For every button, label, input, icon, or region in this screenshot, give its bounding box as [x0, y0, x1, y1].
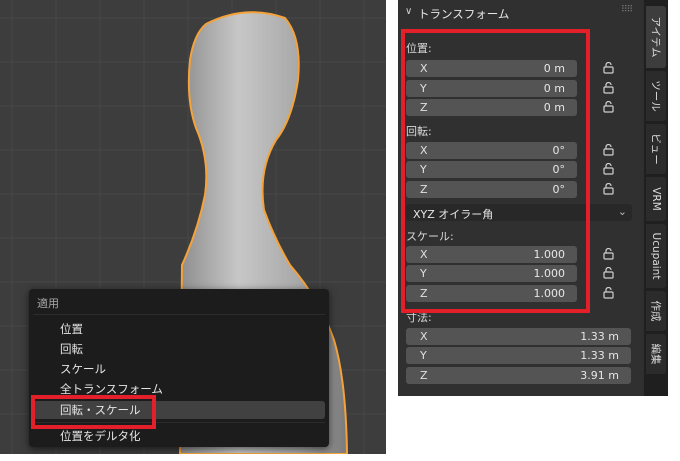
field-value: 1.33 m [580, 349, 619, 362]
menu-item-location[interactable]: 位置 [33, 320, 325, 338]
3d-viewport[interactable]: 適用 位置 回転 スケール 全トランスフォーム 回転・スケール 位置をデルタ化 [0, 0, 386, 454]
lock-icon[interactable] [603, 183, 615, 195]
annotation-highlight-box [31, 395, 156, 429]
dimensions-x-field[interactable]: X 1.33 m [406, 328, 631, 345]
tab-tool[interactable]: ツール [646, 71, 666, 121]
tab-label: VRM [650, 187, 662, 211]
tab-label: Ucupaint [650, 232, 662, 280]
axis-label: Z [420, 369, 428, 382]
apply-menu-title: 適用 [37, 297, 59, 310]
menu-item-visual-to-delta[interactable]: 位置をデルタ化 [33, 427, 325, 445]
menu-item-rotation[interactable]: 回転 [33, 340, 325, 358]
tab-label: ビュー [649, 133, 662, 165]
tab-vrm[interactable]: VRM [646, 177, 666, 221]
lock-icon[interactable] [603, 248, 615, 260]
tab-edit[interactable]: 編集 [646, 334, 666, 374]
lock-icon[interactable] [603, 267, 615, 279]
panel-title: トランスフォーム [418, 7, 510, 21]
axis-label: Y [420, 349, 427, 362]
chevron-down-icon: ⌄ [617, 205, 627, 218]
lock-icon[interactable] [603, 287, 615, 299]
tab-label: アイテム [649, 16, 662, 58]
tab-item[interactable]: アイテム [646, 6, 666, 68]
panel-header[interactable]: ∨ トランスフォーム ⠿⠿ [398, 0, 642, 26]
menu-item-scale[interactable]: スケール [33, 360, 325, 378]
field-value: 3.91 m [580, 369, 619, 382]
lock-icon[interactable] [603, 62, 615, 74]
dimensions-z-field[interactable]: Z 3.91 m [406, 367, 631, 384]
menu-divider [33, 314, 325, 315]
lock-icon[interactable] [603, 163, 615, 175]
dimensions-y-field[interactable]: Y 1.33 m [406, 347, 631, 364]
lock-icon[interactable] [603, 82, 615, 94]
field-value: 1.33 m [580, 330, 619, 343]
annotation-highlight-box [401, 29, 590, 313]
drag-grip-icon[interactable]: ⠿⠿ [621, 5, 633, 15]
chevron-down-icon[interactable]: ∨ [405, 6, 412, 17]
lock-icon[interactable] [603, 101, 615, 113]
tab-label: 編集 [649, 343, 662, 365]
tab-label: ツール [649, 80, 662, 112]
axis-label: X [420, 330, 428, 343]
sidebar-tab-strip: アイテム ツール ビュー VRM Ucupaint 作成 編集 [644, 0, 668, 396]
tab-label: 作成 [649, 300, 662, 322]
tab-view[interactable]: ビュー [646, 124, 666, 174]
tab-ucupaint[interactable]: Ucupaint [646, 224, 666, 288]
lock-icon[interactable] [603, 144, 615, 156]
tab-create[interactable]: 作成 [646, 291, 666, 331]
